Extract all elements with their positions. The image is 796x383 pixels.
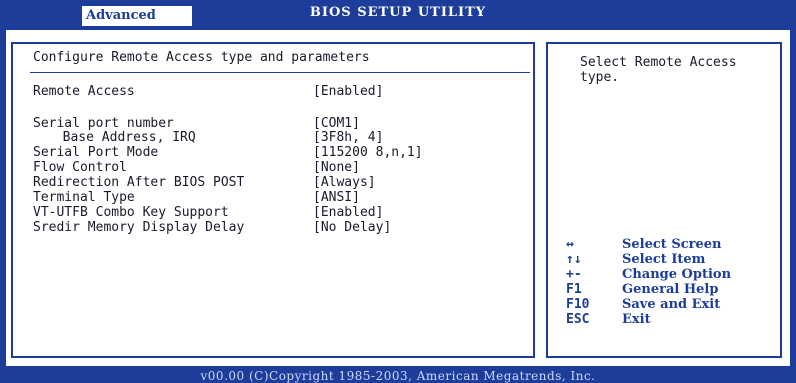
heading-divider: [30, 72, 530, 73]
key-desc-general-help: General Help: [622, 282, 719, 297]
setting-value-sredir-memory-delay[interactable]: [No Delay]: [313, 220, 391, 235]
key-arrows-up-down: ↑↓: [566, 252, 582, 267]
key-esc: ESC: [566, 312, 590, 327]
setting-label-sredir-memory-delay[interactable]: Sredir Memory Display Delay: [33, 220, 244, 235]
setting-label-vt-utf8-combo-key[interactable]: VT-UTFB Combo Key Support: [33, 205, 229, 220]
bios-screen: Advanced BIOS SETUP UTILITY Configure Re…: [0, 0, 796, 383]
setting-value-terminal-type[interactable]: [ANSI]: [313, 190, 360, 205]
key-f10: F10: [566, 297, 590, 312]
key-plus-minus: +-: [566, 267, 582, 282]
setting-value-base-address-irq: [3F8h, 4]: [313, 130, 384, 145]
setting-value-serial-port-number[interactable]: [COM1]: [313, 116, 360, 131]
setting-label-flow-control[interactable]: Flow Control: [33, 160, 127, 175]
setting-value-serial-port-mode[interactable]: [115200 8,n,1]: [313, 145, 423, 160]
key-desc-save-and-exit: Save and Exit: [622, 297, 721, 312]
setting-value-flow-control[interactable]: [None]: [313, 160, 360, 175]
bios-title: BIOS SETUP UTILITY: [309, 5, 487, 20]
section-heading: Configure Remote Access type and paramet…: [33, 50, 370, 65]
setting-label-terminal-type[interactable]: Terminal Type: [33, 190, 135, 205]
setting-value-vt-utf8-combo-key[interactable]: [Enabled]: [313, 205, 383, 220]
setting-label-serial-port-mode[interactable]: Serial Port Mode: [33, 145, 158, 160]
key-arrows-left-right: ↔: [566, 237, 574, 252]
copyright-footer: v00.00 (C)Copyright 1985-2003, American …: [0, 369, 796, 383]
key-desc-exit: Exit: [622, 312, 651, 327]
setting-label-base-address-irq: Base Address, IRQ: [47, 130, 196, 145]
setting-label-remote-access[interactable]: Remote Access: [33, 84, 135, 99]
key-desc-select-item: Select Item: [622, 252, 706, 267]
setting-label-serial-port-number[interactable]: Serial port number: [33, 116, 174, 131]
setting-value-redirection-after-post[interactable]: [Always]: [313, 175, 376, 190]
title-bar: Advanced BIOS SETUP UTILITY: [0, 0, 796, 26]
setting-label-redirection-after-post[interactable]: Redirection After BIOS POST: [33, 175, 244, 190]
help-text: Select Remote Access type.: [580, 55, 737, 85]
setting-value-remote-access[interactable]: [Enabled]: [313, 84, 383, 99]
key-f1: F1: [566, 282, 582, 297]
key-desc-select-screen: Select Screen: [622, 237, 722, 252]
key-desc-change-option: Change Option: [622, 267, 732, 282]
